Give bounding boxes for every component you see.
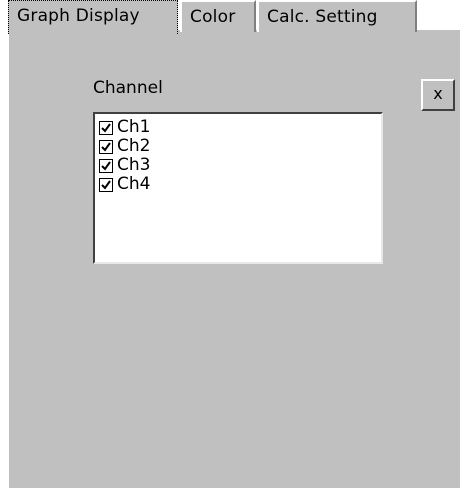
- tab-graph-display[interactable]: Graph Display: [8, 0, 178, 34]
- ch3-checkbox[interactable]: [99, 158, 113, 173]
- channel-listbox[interactable]: Ch1 Ch2 Ch3 Ch4: [93, 112, 383, 264]
- close-button[interactable]: x: [421, 79, 455, 111]
- list-item-ch1[interactable]: Ch1: [99, 118, 381, 137]
- ch2-checkbox[interactable]: [99, 139, 113, 154]
- channel-label: Channel: [93, 78, 163, 98]
- tab-calc-setting[interactable]: Calc. Setting: [257, 0, 417, 32]
- list-item-ch3[interactable]: Ch3: [99, 156, 381, 175]
- ch1-checkbox[interactable]: [99, 120, 113, 135]
- tab-label: Color: [190, 7, 236, 27]
- tab-label: Calc. Setting: [267, 7, 378, 27]
- ch4-checkbox[interactable]: [99, 177, 113, 192]
- check-icon: [101, 122, 111, 133]
- list-item-ch4[interactable]: Ch4: [99, 175, 381, 194]
- item-label: Ch2: [117, 136, 151, 156]
- list-item-ch2[interactable]: Ch2: [99, 137, 381, 156]
- item-label: Ch1: [117, 117, 151, 137]
- check-icon: [101, 179, 111, 190]
- tab-label: Graph Display: [17, 6, 140, 26]
- tab-color[interactable]: Color: [180, 0, 256, 32]
- check-icon: [101, 141, 111, 152]
- item-label: Ch4: [117, 174, 151, 194]
- check-icon: [101, 160, 111, 171]
- item-label: Ch3: [117, 155, 151, 175]
